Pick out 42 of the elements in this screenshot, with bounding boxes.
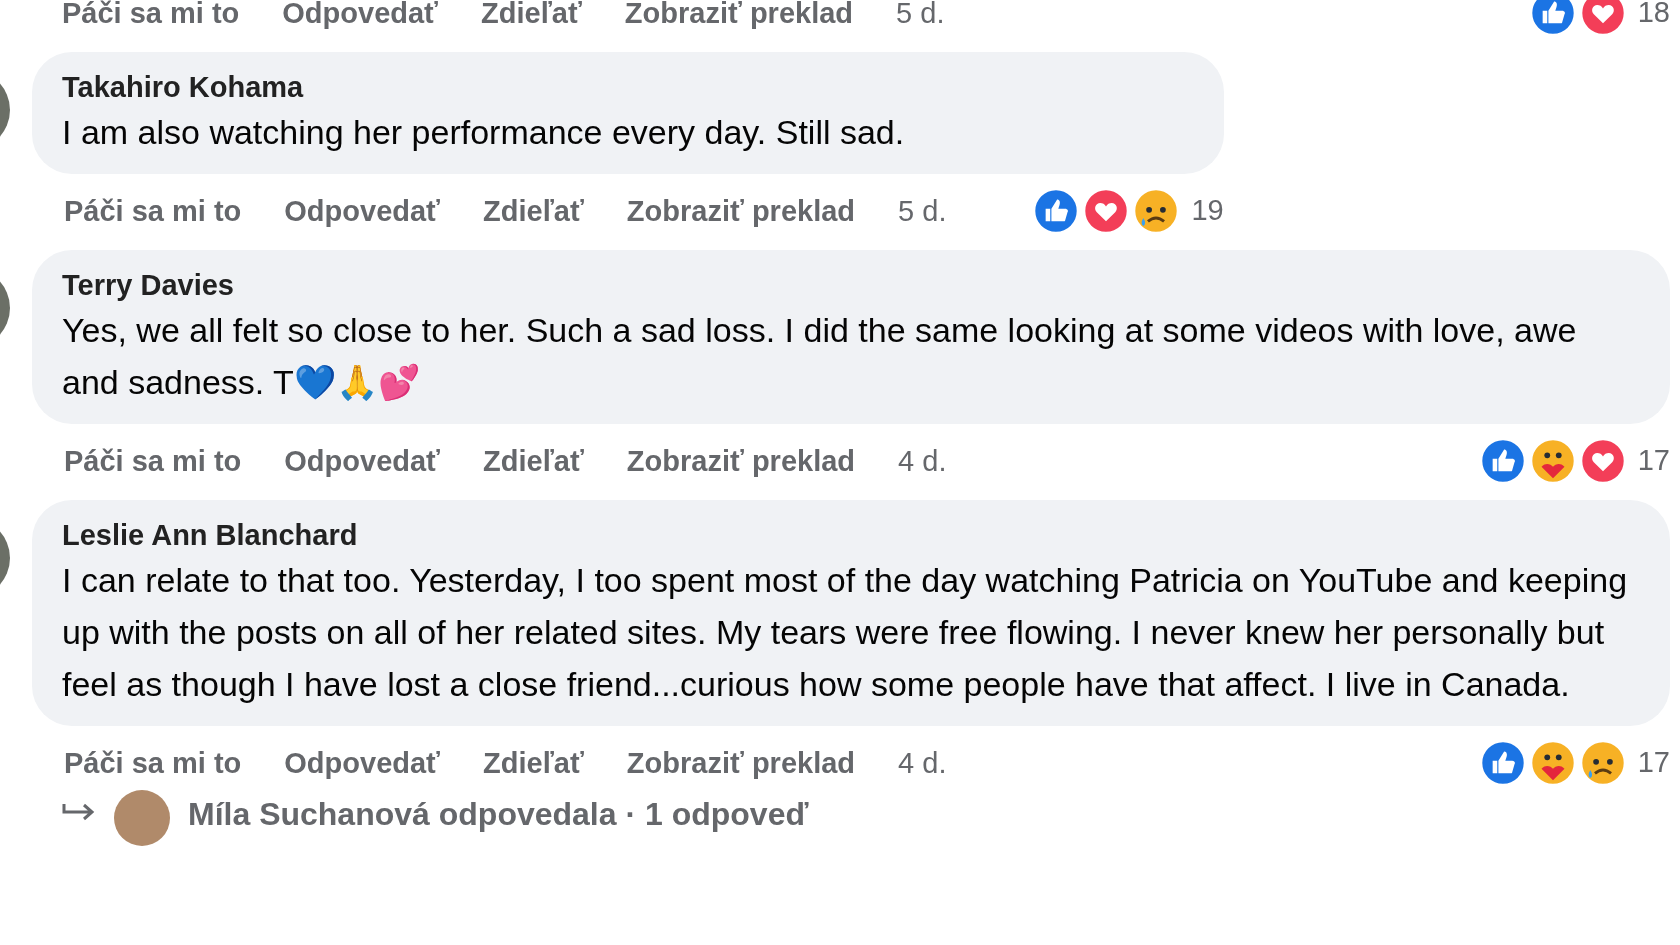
- action-link[interactable]: Páči sa mi to: [64, 446, 242, 476]
- action-link[interactable]: Odpovedať: [284, 446, 440, 476]
- author-name[interactable]: Takahiro Kohama: [62, 68, 1194, 106]
- like-icon: [1479, 740, 1526, 786]
- comment-text: I am also watching her performance every day. Still sad.: [62, 112, 906, 153]
- heart-icon: [1579, 0, 1626, 36]
- action-link[interactable]: Páči sa mi to: [62, 0, 240, 28]
- action-link[interactable]: Zobraziť preklad: [626, 446, 856, 476]
- like-icon: [1479, 438, 1526, 484]
- reaction-count[interactable]: 17: [1637, 741, 1670, 785]
- action-link[interactable]: Páči sa mi to: [64, 748, 242, 778]
- timestamp: 5 d.: [896, 0, 945, 28]
- action-link[interactable]: Zobraziť preklad: [624, 0, 854, 28]
- action-link[interactable]: Zdieľať: [483, 748, 584, 778]
- avatar[interactable]: [114, 790, 170, 846]
- reply-arrow-icon: [62, 802, 96, 822]
- comment-text: I can relate to that too. Yesterday, I too spent most of the day watching Patricia on YouTube and keeping up with the posts on all of her related sites. My tears were free flowing. I never knew her personally but feel as though I have lost a close friend...curious how some people have that affect. I live in Canada.: [62, 560, 1629, 705]
- action-link[interactable]: Zdieľať: [483, 446, 584, 476]
- like-icon: [1033, 188, 1080, 234]
- sad-face-icon: [1579, 740, 1626, 786]
- hug-face-icon: [1529, 438, 1576, 484]
- timestamp: 4 d.: [898, 446, 947, 476]
- hug-face-icon: [1529, 740, 1576, 786]
- like-icon: [1529, 0, 1576, 36]
- action-link[interactable]: Páči sa mi to: [64, 196, 242, 226]
- action-link[interactable]: Zobraziť preklad: [626, 196, 856, 226]
- action-link[interactable]: Zdieľať: [483, 196, 584, 226]
- timestamp: 5 d.: [898, 196, 947, 226]
- reaction-count[interactable]: 18: [1637, 0, 1670, 35]
- action-link[interactable]: Zdieľať: [481, 0, 582, 28]
- action-link[interactable]: Zobraziť preklad: [626, 748, 856, 778]
- action-link[interactable]: Odpovedať: [282, 0, 438, 28]
- reply-link[interactable]: Míla Suchanová odpovedala · 1 odpoveď: [188, 794, 809, 834]
- sad-face-icon: [1133, 188, 1180, 234]
- action-link[interactable]: Odpovedať: [284, 196, 440, 226]
- reaction-count[interactable]: 17: [1637, 439, 1670, 483]
- author-name[interactable]: Terry Davies: [62, 266, 1640, 304]
- action-link[interactable]: Odpovedať: [284, 748, 440, 778]
- author-name[interactable]: Leslie Ann Blanchard: [62, 516, 1640, 554]
- reaction-count[interactable]: 19: [1191, 189, 1224, 233]
- comment-text: Yes, we all felt so close to her. Such a sad loss. I did the same looking at some videos with love, awe and sadness. T💙🙏💕: [62, 310, 1578, 403]
- timestamp: 4 d.: [898, 748, 947, 778]
